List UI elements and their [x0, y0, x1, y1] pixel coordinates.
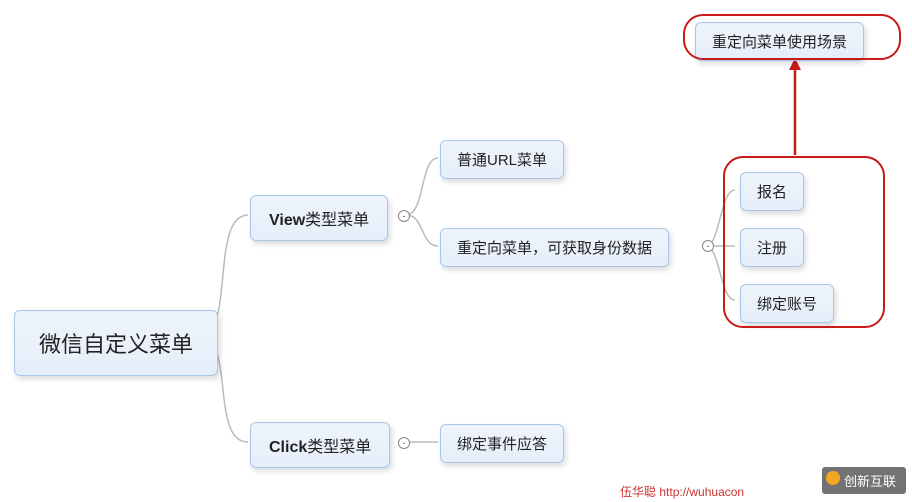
collapse-toggle-click[interactable]: -: [398, 437, 410, 449]
node-redirect-menu[interactable]: 重定向菜单，可获取身份数据: [440, 228, 669, 267]
view-suffix: 类型菜单: [305, 212, 369, 229]
click-prefix: Click: [269, 439, 307, 456]
node-normal-url[interactable]: 普通URL菜单: [440, 140, 564, 179]
redirect-label: 重定向菜单，可获取身份数据: [457, 240, 652, 257]
view-prefix: View: [269, 212, 305, 229]
node-click-type[interactable]: Click类型菜单: [250, 422, 390, 468]
mindmap-root-node[interactable]: 微信自定义菜单: [14, 310, 218, 376]
collapse-toggle-view[interactable]: -: [398, 210, 410, 222]
watermark-badge: 创新互联: [822, 467, 906, 494]
annotation-group-outline: [723, 156, 885, 328]
footer-url: http://wuhuacon: [659, 485, 744, 499]
root-label: 微信自定义菜单: [39, 332, 193, 357]
node-bind-event[interactable]: 绑定事件应答: [440, 424, 564, 463]
bind-event-label: 绑定事件应答: [457, 436, 547, 453]
node-view-type[interactable]: View类型菜单: [250, 195, 388, 241]
collapse-toggle-redirect[interactable]: -: [702, 240, 714, 252]
click-suffix: 类型菜单: [307, 439, 371, 456]
annotation-title-outline: [683, 14, 901, 60]
normal-url-label: 普通URL菜单: [457, 152, 547, 169]
footer-author: 伍华聪: [620, 485, 656, 499]
watermark-text: 创新互联: [844, 474, 896, 489]
footer-credit: 伍华聪 http://wuhuacon: [620, 483, 744, 500]
